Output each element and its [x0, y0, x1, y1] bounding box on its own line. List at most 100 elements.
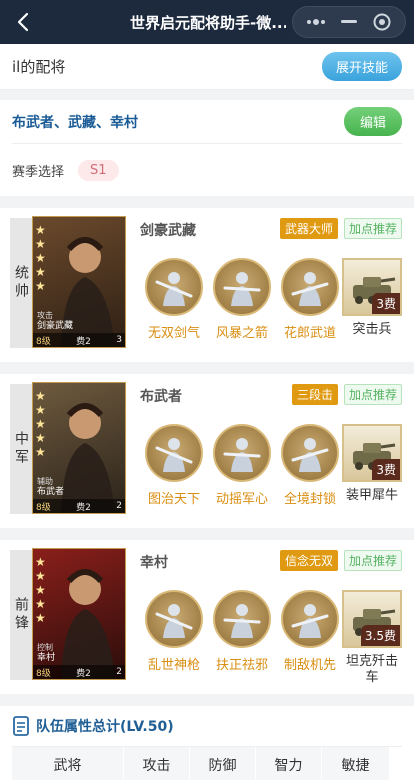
skill-icon [145, 424, 203, 482]
trait-badge: 信念无双 [279, 550, 338, 571]
general-portrait[interactable]: ★ ★ ★ ★ ★ 辅助 布武者 8级 费2 2 [32, 382, 126, 514]
skill-list: 无双剑气 风暴之箭 花郎武道 [140, 258, 344, 341]
trait-badge: 三段击 [291, 384, 338, 405]
general-count: 3 [116, 335, 122, 345]
general-level: 8级 [36, 336, 51, 347]
more-dots-icon[interactable] [305, 13, 327, 31]
lineup-header: il的配将 展开技能 [0, 44, 414, 90]
general-portrait[interactable]: ★ ★ ★ ★ ★ 控制 幸村 8级 费2 2 [32, 548, 126, 680]
troop-item[interactable]: 3.5费 坦克歼击车 [342, 590, 402, 686]
recommend-button[interactable]: 加点推荐 [343, 550, 402, 571]
general-count: 2 [116, 667, 122, 677]
skill-icon [281, 590, 339, 648]
skill-item[interactable]: 乱世神枪 [140, 590, 208, 673]
general-name: 幸村 [140, 555, 168, 571]
skill-icon [213, 590, 271, 648]
page-title: 世界启元配将助手-微... [130, 14, 286, 32]
portrait-footer: 8级 费2 2 [33, 665, 125, 679]
skill-name: 乱世神枪 [147, 658, 200, 673]
skill-item[interactable]: 全境封锁 [276, 424, 344, 507]
minimize-icon[interactable] [338, 13, 360, 31]
troop-item[interactable]: 3费 装甲犀牛 [342, 424, 402, 504]
skill-icon [281, 258, 339, 316]
portrait-footer: 8级 费2 3 [33, 333, 125, 347]
skill-item[interactable]: 风暴之箭 [208, 258, 276, 341]
skill-icon [145, 258, 203, 316]
troop-cost: 3费 [372, 293, 400, 314]
portrait-name: 幸村 [37, 653, 56, 663]
skill-item[interactable]: 图治天下 [140, 424, 208, 507]
portrait-name: 剑豪武藏 [37, 321, 74, 331]
col-defense: 防御 [190, 747, 256, 780]
general-cost: 费2 [76, 668, 91, 679]
skill-item[interactable]: 无双剑气 [140, 258, 208, 341]
lineup-owner-name: il的配将 [12, 58, 66, 76]
skill-item[interactable]: 制敌机先 [276, 590, 344, 673]
position-tag: 统帅 [10, 218, 32, 348]
troop-name: 突击兵 [352, 322, 392, 337]
troop-name: 坦克歼击车 [345, 654, 398, 685]
general-card: 统帅 ★ ★ ★ ★ ★ 攻击 剑豪武藏 8级 费2 3 剑豪武藏 武器大师 加点推荐 [0, 208, 414, 362]
col-attack: 攻击 [124, 747, 190, 780]
skill-icon [213, 258, 271, 316]
general-level: 8级 [36, 502, 51, 513]
portrait-footer: 8级 费2 2 [33, 499, 125, 513]
skill-name: 花郎武道 [283, 326, 336, 341]
skill-name: 无双剑气 [147, 326, 200, 341]
general-cost: 费2 [76, 502, 91, 513]
lineup-names: 布武者、武藏、幸村 [12, 114, 138, 131]
summary-title: 队伍属性总计(LV.50) [36, 719, 174, 735]
skill-name: 制敌机先 [283, 658, 336, 673]
skill-icon [145, 590, 203, 648]
general-card: 中军 ★★★★★ 辅助 布武者 8级 费2 2 布武者 三段击 加点推荐 [0, 374, 414, 528]
skill-icon [213, 424, 271, 482]
troop-item[interactable]: 3费 突击兵 [342, 258, 402, 338]
skill-item[interactable]: 花郎武道 [276, 258, 344, 341]
general-name: 布武者 [140, 389, 182, 405]
recommend-button[interactable]: 加点推荐 [343, 384, 402, 405]
edit-button[interactable]: 编辑 [343, 107, 402, 136]
general-card: 前锋 ★★★★★ 控制 幸村 8级 费2 2 幸村 信念无双 加点推荐 [0, 540, 414, 694]
skill-list: 图治天下 动摇军心 全境封锁 [140, 424, 344, 507]
title-bar: 世界启元配将助手-微... [0, 0, 414, 44]
col-agility: 敏捷 [322, 747, 390, 780]
troop-icon: 3费 [342, 424, 402, 482]
general-count: 2 [116, 501, 122, 511]
skill-name: 图治天下 [147, 492, 200, 507]
document-icon [13, 716, 29, 736]
col-general: 武将 [12, 747, 124, 780]
troop-cost: 3费 [372, 459, 400, 480]
star-rating: ★ ★ ★ ★ ★ [35, 555, 46, 625]
star-rating: ★ ★ ★ ★ ★ [35, 389, 46, 459]
chevron-left-icon[interactable] [12, 10, 36, 34]
skill-name: 全境封锁 [283, 492, 336, 507]
general-name: 剑豪武藏 [140, 223, 196, 239]
skill-icon [281, 424, 339, 482]
expand-skills-button[interactable]: 展开技能 [321, 52, 402, 81]
skill-name: 扶正祛邪 [215, 658, 268, 673]
skill-name: 风暴之箭 [215, 326, 268, 341]
skill-list: 乱世神枪 扶正祛邪 制敌机先 [140, 590, 344, 673]
troop-cost: 3.5费 [360, 625, 400, 646]
skill-item[interactable]: 动摇军心 [208, 424, 276, 507]
season-label: 赛季选择 [12, 164, 65, 180]
stats-table-header: 武将 攻击 防御 智力 敏捷 [12, 746, 402, 780]
troop-name: 装甲犀牛 [345, 488, 398, 503]
skill-name: 动摇军心 [215, 492, 268, 507]
col-intelligence: 智力 [256, 747, 322, 780]
season-selector[interactable]: S1 [78, 159, 119, 181]
skill-item[interactable]: 扶正祛邪 [208, 590, 276, 673]
recommend-button[interactable]: 加点推荐 [343, 218, 402, 239]
position-tag: 中军 [10, 384, 32, 514]
general-level: 8级 [36, 668, 51, 679]
general-cost: 费2 [76, 336, 91, 347]
lineup-card: 布武者、武藏、幸村 编辑 赛季选择 S1 [0, 100, 414, 196]
trait-badge: 武器大师 [279, 218, 338, 239]
position-tag: 前锋 [10, 550, 32, 680]
troop-icon: 3.5费 [342, 590, 402, 648]
general-portrait[interactable]: ★ ★ ★ ★ ★ 攻击 剑豪武藏 8级 费2 3 [32, 216, 126, 348]
portrait-name: 布武者 [37, 487, 65, 497]
troop-icon: 3费 [342, 258, 402, 316]
record-icon[interactable] [371, 13, 393, 31]
mini-program-capsule [292, 6, 406, 38]
